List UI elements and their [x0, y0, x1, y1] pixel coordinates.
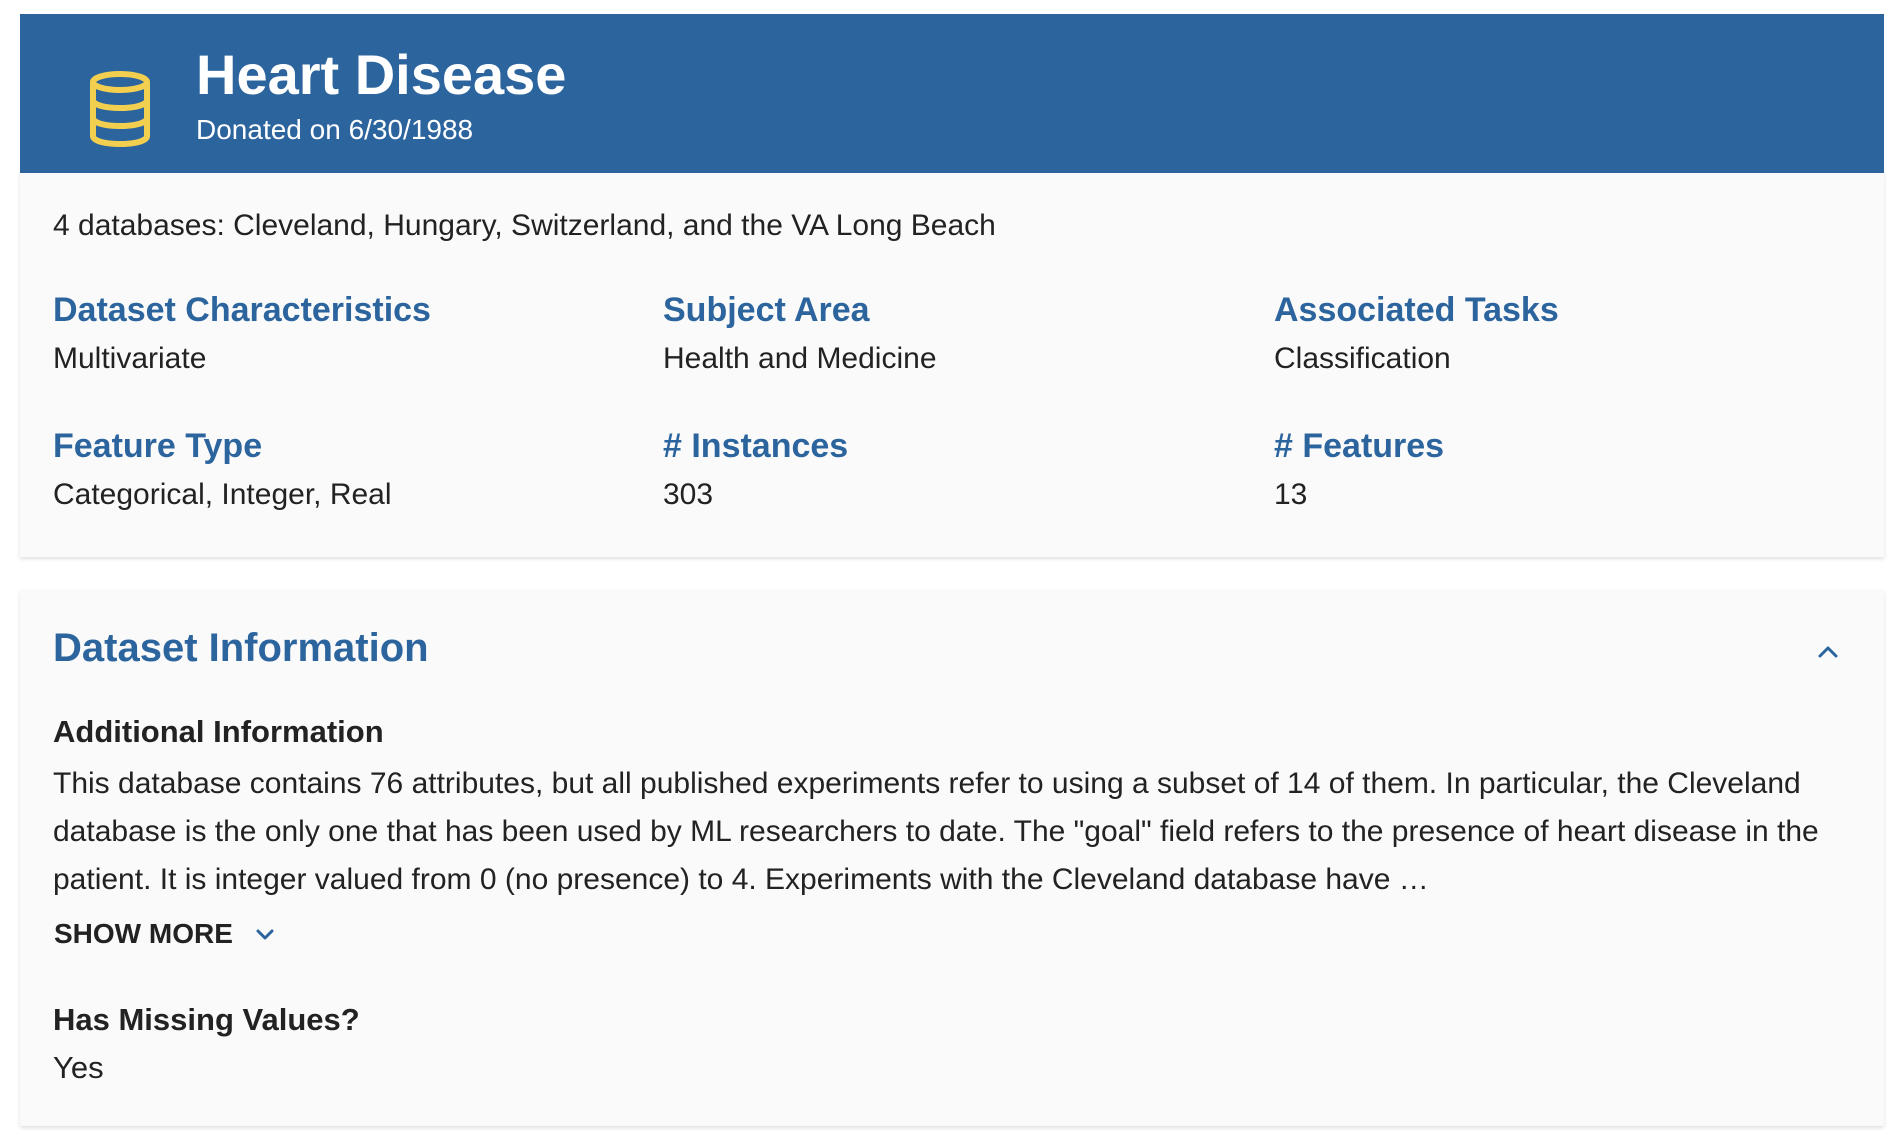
chevron-down-icon	[256, 929, 274, 940]
field-value: 303	[663, 478, 714, 511]
field-label: Associated Tasks	[1274, 291, 1559, 329]
missing-values-label: Has Missing Values?	[53, 1002, 360, 1037]
dataset-description: 4 databases: Cleveland, Hungary, Switzer…	[53, 209, 996, 242]
field-features: # Features 13	[1274, 427, 1444, 512]
field-label: Subject Area	[663, 291, 870, 329]
additional-information-text: This database contains 76 attributes, bu…	[53, 767, 1819, 896]
field-label: Dataset Characteristics	[53, 291, 431, 329]
field-label: # Instances	[663, 427, 849, 465]
donated-date: Donated on 6/30/1988	[196, 114, 474, 145]
field-value: Health and Medicine	[663, 342, 937, 375]
field-dataset-characteristics: Dataset Characteristics Multivariate	[53, 291, 431, 376]
field-subject-area: Subject Area Health and Medicine	[663, 291, 937, 376]
show-more-label: SHOW MORE	[54, 918, 233, 949]
show-more-button[interactable]: SHOW MORE	[54, 918, 277, 950]
field-value: 13	[1274, 478, 1308, 511]
field-value: Categorical, Integer, Real	[53, 478, 392, 511]
dataset-information-card: Dataset Information Additional Informati…	[20, 590, 1884, 1126]
dataset-summary-card: 4 databases: Cleveland, Hungary, Switzer…	[20, 173, 1884, 557]
additional-information-label: Additional Information	[53, 714, 384, 749]
chevron-up-icon[interactable]	[1810, 634, 1846, 670]
field-value: Classification	[1274, 342, 1451, 375]
database-icon	[90, 71, 150, 148]
field-feature-type: Feature Type Categorical, Integer, Real	[53, 427, 392, 512]
field-instances: # Instances 303	[663, 427, 848, 512]
dataset-header: Heart Disease Donated on 6/30/1988	[20, 14, 1884, 173]
dataset-title: Heart Disease	[196, 43, 567, 106]
field-label: # Features	[1274, 427, 1445, 465]
field-associated-tasks: Associated Tasks Classification	[1274, 291, 1559, 376]
field-value: Multivariate	[53, 342, 207, 375]
dataset-information-heading: Dataset Information	[53, 626, 429, 670]
missing-values-value: Yes	[53, 1050, 104, 1085]
field-label: Feature Type	[53, 427, 263, 465]
